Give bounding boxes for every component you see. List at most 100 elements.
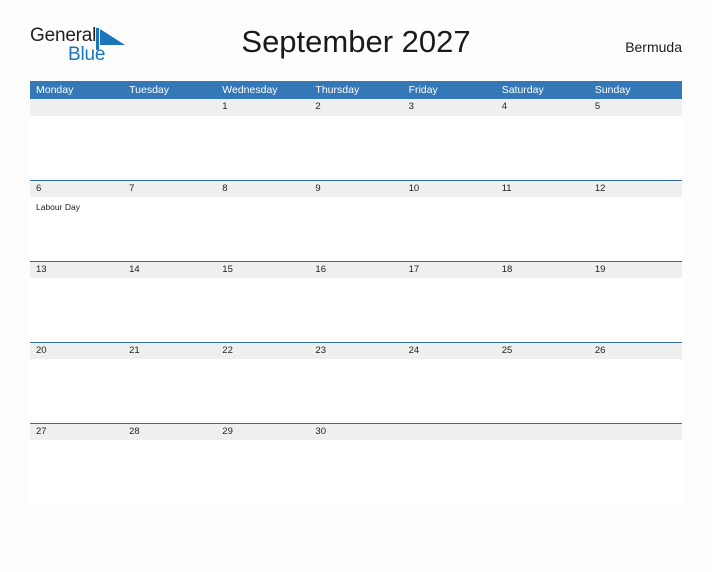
day-events xyxy=(309,278,402,283)
calendar-page: General Blue September 2027 Bermuda Mond… xyxy=(0,22,712,572)
calendar-day-cell[interactable]: 4 xyxy=(495,99,589,180)
calendar-day-cell[interactable]: 8 xyxy=(216,180,310,261)
calendar-day-cell[interactable]: 21 xyxy=(123,342,217,423)
day-number: 11 xyxy=(501,183,512,194)
day-events xyxy=(403,440,496,445)
day-number-band xyxy=(30,99,124,116)
day-number-band: 23 xyxy=(309,342,403,359)
day-events xyxy=(30,440,123,445)
day-number-band: 19 xyxy=(588,261,682,278)
day-number: 3 xyxy=(408,101,414,112)
day-events xyxy=(496,440,589,445)
day-number-band: 15 xyxy=(216,261,310,278)
page-title: September 2027 xyxy=(241,24,471,59)
calendar-day-cell[interactable]: 6 Labour Day xyxy=(30,180,124,261)
calendar-day-cell[interactable]: 11 xyxy=(495,180,589,261)
calendar-empty-cell xyxy=(588,423,682,504)
day-number-band: 1 xyxy=(216,99,310,116)
day-events xyxy=(123,278,216,283)
day-number-band: 4 xyxy=(495,99,589,116)
day-number: 19 xyxy=(594,264,606,275)
calendar-day-cell[interactable]: 14 xyxy=(123,261,217,342)
calendar-day-cell[interactable]: 19 xyxy=(588,261,682,342)
day-events: Labour Day xyxy=(30,197,123,213)
day-number: 21 xyxy=(129,345,140,356)
day-number: 25 xyxy=(501,345,513,356)
weekday-header-friday: Friday xyxy=(408,84,438,96)
calendar-day-cell[interactable]: 15 xyxy=(216,261,310,342)
day-events xyxy=(216,278,309,283)
calendar-day-cell[interactable]: 30 xyxy=(309,423,403,504)
day-events xyxy=(589,116,682,121)
day-number-band: 14 xyxy=(123,261,217,278)
day-events xyxy=(123,440,216,445)
calendar-day-cell[interactable]: 10 xyxy=(402,180,496,261)
calendar-day-cell[interactable]: 23 xyxy=(309,342,403,423)
calendar-day-cell[interactable]: 13 xyxy=(30,261,124,342)
day-number-band: 8 xyxy=(216,180,310,197)
day-number: 4 xyxy=(501,101,507,112)
calendar-day-cell[interactable]: 12 xyxy=(588,180,682,261)
day-number-band: 24 xyxy=(402,342,496,359)
calendar-day-cell[interactable]: 25 xyxy=(495,342,589,423)
holiday-event-label: Labour Day xyxy=(36,202,80,212)
day-number-band: 12 xyxy=(588,180,682,197)
region-label: Bermuda xyxy=(625,39,682,55)
day-events xyxy=(403,278,496,283)
day-events xyxy=(309,116,402,121)
day-number-band xyxy=(123,99,217,116)
calendar-day-cell[interactable]: 29 xyxy=(216,423,310,504)
weekday-header-tuesday: Tuesday xyxy=(129,84,170,96)
calendar-day-cell[interactable]: 22 xyxy=(216,342,310,423)
day-number-band: 17 xyxy=(402,261,496,278)
calendar-day-cell[interactable]: 20 xyxy=(30,342,124,423)
calendar-day-cell[interactable]: 16 xyxy=(309,261,403,342)
calendar-empty-cell xyxy=(30,99,124,180)
day-number-band: 10 xyxy=(402,180,496,197)
page-header: General Blue September 2027 Bermuda xyxy=(30,22,682,74)
calendar-day-cell[interactable]: 2 xyxy=(309,99,403,180)
weekday-header-wednesday: Wednesday xyxy=(222,84,278,96)
day-number-band: 13 xyxy=(30,261,124,278)
day-number-band: 20 xyxy=(30,342,124,359)
day-number: 20 xyxy=(36,345,47,356)
day-number-band: 3 xyxy=(402,99,496,116)
day-number-band: 27 xyxy=(30,423,124,440)
day-number: 23 xyxy=(315,345,326,356)
day-number-band: 29 xyxy=(216,423,310,440)
calendar-day-cell[interactable]: 1 xyxy=(216,99,310,180)
calendar-day-cell[interactable]: 18 xyxy=(495,261,589,342)
day-events xyxy=(216,440,309,445)
calendar-day-cell[interactable]: 26 xyxy=(588,342,682,423)
day-number: 13 xyxy=(36,264,47,275)
day-number: 7 xyxy=(129,183,135,194)
day-number: 29 xyxy=(222,426,233,437)
day-number-band: 2 xyxy=(309,99,403,116)
day-events xyxy=(589,197,682,202)
calendar-day-cell[interactable]: 9 xyxy=(309,180,403,261)
day-number-band: 5 xyxy=(588,99,682,116)
day-number-band: 6 xyxy=(30,180,124,197)
calendar-day-cell[interactable]: 5 xyxy=(588,99,682,180)
day-number-band xyxy=(402,423,496,440)
weekday-header-monday: Monday xyxy=(36,84,74,96)
day-number-band: 7 xyxy=(123,180,217,197)
calendar-day-cell[interactable]: 24 xyxy=(402,342,496,423)
calendar-day-cell[interactable]: 7 xyxy=(123,180,217,261)
day-number-band: 25 xyxy=(495,342,589,359)
calendar-day-cell[interactable]: 28 xyxy=(123,423,217,504)
day-events xyxy=(496,359,589,364)
calendar-day-cell[interactable]: 3 xyxy=(402,99,496,180)
day-events xyxy=(216,116,309,121)
calendar-empty-cell xyxy=(402,423,496,504)
day-events xyxy=(403,116,496,121)
calendar-day-cell[interactable]: 17 xyxy=(402,261,496,342)
weekday-header-saturday: Saturday xyxy=(501,84,544,96)
day-number-band: 21 xyxy=(123,342,217,359)
calendar-day-cell[interactable]: 27 xyxy=(30,423,124,504)
day-number: 16 xyxy=(315,264,326,275)
calendar-week-row: 20 21 22 23 24 25 26 xyxy=(30,342,682,423)
day-number: 5 xyxy=(594,101,601,112)
day-events xyxy=(589,440,682,445)
day-number-band: 30 xyxy=(309,423,403,440)
